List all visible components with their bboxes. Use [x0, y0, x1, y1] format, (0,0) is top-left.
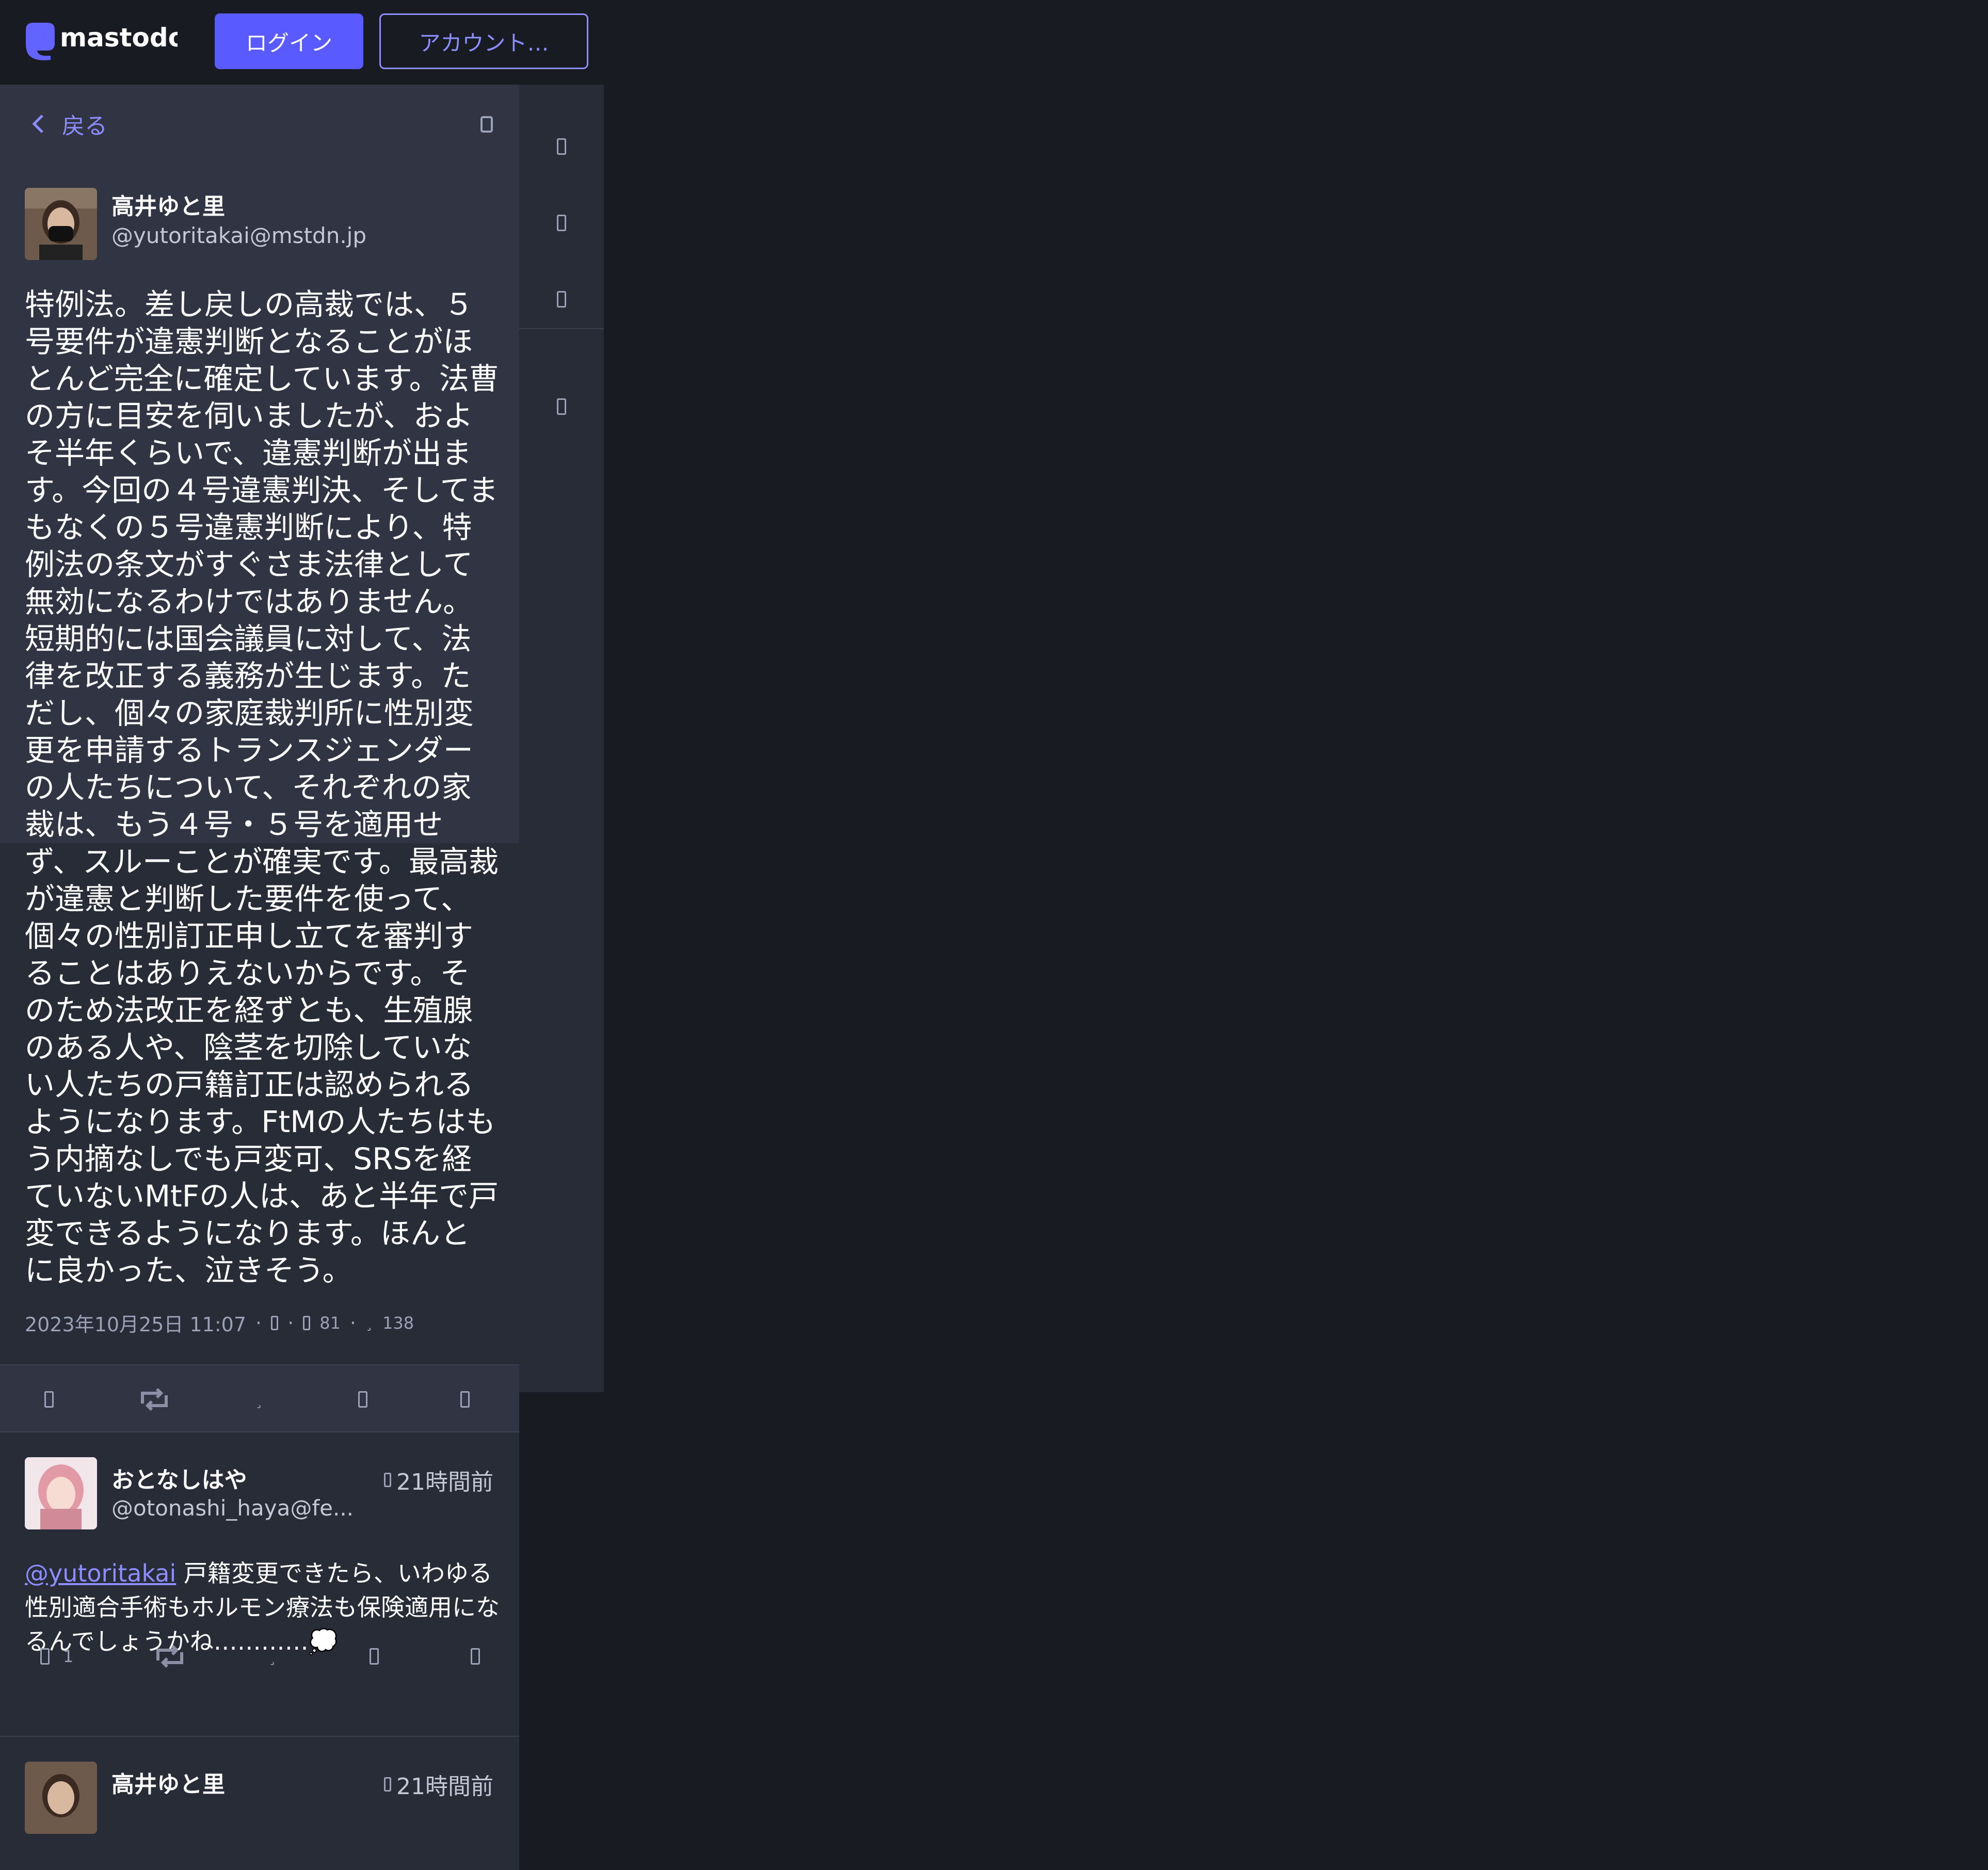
bookmark-button[interactable]	[358, 1386, 367, 1413]
globe-icon	[384, 1473, 391, 1487]
globe-icon	[557, 291, 566, 308]
star-count-icon: ¸	[365, 1314, 374, 1332]
time-label: 21時間前	[396, 1469, 493, 1495]
svg-text:mastodon: mastodon	[60, 23, 178, 53]
boost-button[interactable]	[138, 1386, 170, 1413]
boost-count-icon	[303, 1315, 311, 1330]
ellipsis-icon	[471, 1648, 480, 1665]
more-button[interactable]	[471, 1643, 480, 1670]
nav-local[interactable]	[519, 202, 604, 244]
ellipsis-icon	[460, 1391, 470, 1408]
reply-icon	[44, 1391, 54, 1408]
ellipsis-icon	[557, 398, 566, 415]
column-header: 戻る	[0, 85, 519, 162]
hashtag-icon	[557, 138, 566, 155]
favourite-button[interactable]: ¸	[255, 1386, 263, 1413]
mastodon-logo[interactable]: mastodon	[23, 20, 178, 62]
separator: ·	[349, 1311, 357, 1334]
status-action-bar: ¸	[0, 1364, 519, 1431]
nav-explore[interactable]	[519, 126, 604, 167]
star-icon: ¸	[255, 1390, 263, 1409]
create-account-button[interactable]: アカウント…	[379, 13, 588, 69]
visibility-toggle-icon[interactable]	[480, 116, 493, 133]
favourite-button[interactable]: ¸	[268, 1643, 277, 1670]
navigation-panel	[519, 85, 604, 1392]
time-label: 21時間前	[396, 1774, 493, 1800]
more-button[interactable]	[460, 1386, 470, 1413]
reply-count: 1	[63, 1647, 74, 1666]
mention-link[interactable]: @yutoritakai	[25, 1559, 176, 1587]
avatar[interactable]	[25, 1457, 97, 1529]
back-button[interactable]: 戻る	[30, 107, 107, 140]
chevron-left-icon	[32, 115, 43, 133]
reply-button[interactable]	[44, 1386, 54, 1413]
boost-button[interactable]	[154, 1643, 186, 1670]
status-column: 戻る 高井ゆと里 @yutoritakai@mstdn.jp 特例法。差し戻しの…	[0, 85, 519, 1870]
reply-button[interactable]: 1	[40, 1643, 73, 1670]
avatar[interactable]	[25, 188, 97, 260]
top-bar: mastodon ログイン アカウント…	[0, 0, 604, 85]
nav-federated[interactable]	[519, 279, 604, 320]
main-status: 高井ゆと里 @yutoritakai@mstdn.jp 特例法。差し戻しの高裁で…	[0, 162, 519, 1288]
avatar[interactable]	[25, 1762, 97, 1834]
reply-status[interactable]: おとなしはや @otonashi_haya@fe... 21時間前 @yutor…	[0, 1431, 519, 1736]
account-handle[interactable]: @otonashi_haya@fe...	[111, 1495, 354, 1521]
separator: ·	[255, 1311, 262, 1334]
relative-time[interactable]: 21時間前	[384, 1768, 493, 1801]
status-content: 特例法。差し戻しの高裁では、５号要件が違憲判断となることがほとんど完全に確定して…	[25, 287, 499, 1288]
display-name[interactable]: 高井ゆと里	[111, 1766, 225, 1799]
login-button[interactable]: ログイン	[215, 13, 363, 69]
separator: ·	[287, 1311, 294, 1334]
reply-icon	[40, 1648, 50, 1665]
timestamp[interactable]: 2023年10月25日 11:07	[25, 1309, 246, 1337]
back-label: 戻る	[62, 113, 107, 139]
favourites-count[interactable]: 138	[382, 1313, 414, 1333]
reply-content: @yutoritakai 戸籍変更できたら、いわゆる性別適合手術もホルモン療法も…	[25, 1556, 500, 1658]
users-icon	[557, 215, 566, 231]
bookmark-icon	[370, 1648, 379, 1665]
retweet-icon	[141, 1388, 168, 1411]
relative-time[interactable]: 21時間前	[384, 1463, 493, 1496]
boosts-count[interactable]: 81	[319, 1313, 341, 1333]
account-handle[interactable]: @yutoritakai@mstdn.jp	[111, 223, 366, 248]
display-name[interactable]: おとなしはや	[111, 1461, 247, 1494]
globe-icon	[271, 1315, 279, 1330]
nav-about[interactable]	[519, 386, 604, 427]
bookmark-icon	[358, 1391, 367, 1408]
nav-divider	[519, 328, 604, 329]
globe-icon	[384, 1777, 391, 1792]
bookmark-button[interactable]	[370, 1643, 379, 1670]
display-name[interactable]: 高井ゆと里	[111, 188, 225, 221]
reply-status[interactable]: 高井ゆと里 21時間前	[0, 1736, 519, 1870]
retweet-icon	[156, 1645, 183, 1668]
star-icon: ¸	[268, 1647, 277, 1666]
status-meta: 2023年10月25日 11:07 · · 81 · ¸ 138	[25, 1309, 414, 1337]
